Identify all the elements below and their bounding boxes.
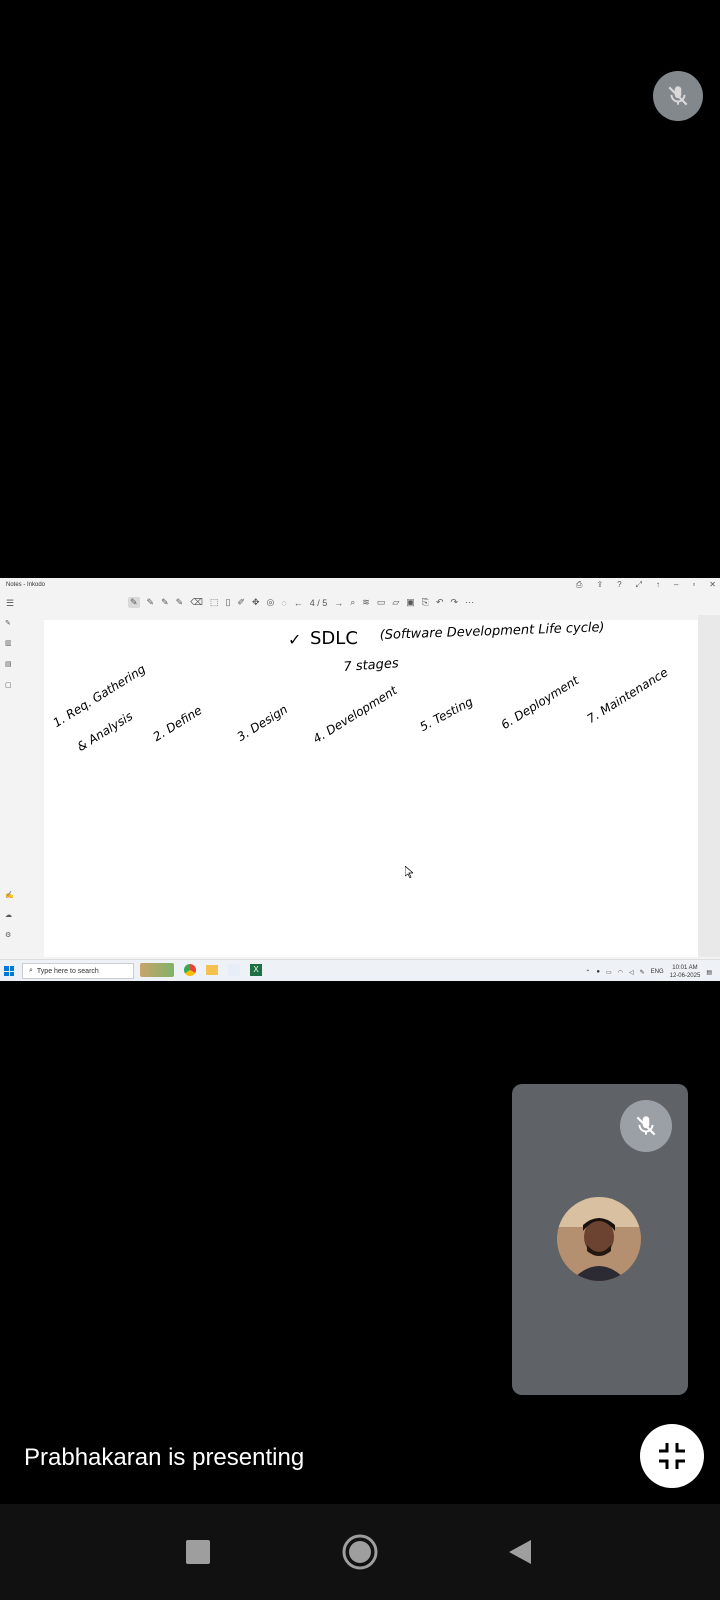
- toolbar: ☰ ✎ ✎ ✎ ✎ ⌫ ⬚ ▯ ✐ ✥ ◎ ◌ ← 4 / 5 → ⌕ ≋ ▭ …: [0, 593, 720, 615]
- system-tray: ⌃ ● ▭ ◠ ◁ ✎ ENG 10:01 AM 12-06-2025 ▤: [585, 964, 712, 980]
- taskbar-search[interactable]: ⌕ Type here to search: [22, 963, 134, 979]
- widget-animals-icon[interactable]: [140, 963, 174, 977]
- exit-fullscreen-icon: [659, 1443, 685, 1469]
- notes-canvas[interactable]: ✓ SDLC (Software Development Life cycle)…: [44, 620, 698, 957]
- zoom-icon[interactable]: ⌕: [350, 597, 355, 608]
- presenting-label: Prabhakaran is presenting: [24, 1444, 305, 1471]
- volume-icon[interactable]: ◁: [629, 969, 634, 976]
- clock-time: 10:01 AM: [672, 965, 698, 971]
- settings-icon[interactable]: ⚙: [5, 931, 11, 939]
- chevron-up-icon[interactable]: ⌃: [585, 969, 590, 976]
- notes-app-icon[interactable]: [228, 964, 240, 976]
- stage-5: 5. Testing: [417, 694, 476, 734]
- tile-mic-off-icon: [620, 1100, 672, 1152]
- move-icon[interactable]: ✥: [252, 597, 260, 608]
- lasso-icon[interactable]: ⬚: [210, 597, 219, 608]
- stage-1-line2: & Analysis: [74, 708, 136, 754]
- page-icon[interactable]: ▭: [377, 597, 386, 608]
- stage-3: 3. Design: [234, 702, 291, 744]
- stage-7: 7. Maintenance: [584, 665, 671, 726]
- back-icon: [509, 1540, 531, 1564]
- export-icon[interactable]: ⇪: [596, 580, 603, 590]
- maximize-icon[interactable]: ▫: [692, 580, 695, 590]
- window-titlebar: Notes - Inkodo ⎙ ⇪ ? ⤢ ↑ – ▫ ✕: [0, 578, 720, 593]
- close-icon[interactable]: ✕: [709, 580, 716, 590]
- battery-icon[interactable]: ▭: [606, 969, 612, 976]
- menu-icon[interactable]: ☰: [6, 598, 14, 609]
- shapes-icon[interactable]: ◎: [266, 597, 274, 608]
- android-nav-bar: [0, 1504, 720, 1600]
- language-indicator[interactable]: ENG: [651, 969, 664, 975]
- mouse-cursor-icon: [405, 866, 413, 878]
- pen-blue-icon[interactable]: ✎: [147, 597, 155, 608]
- help-icon[interactable]: ?: [617, 580, 621, 590]
- avatar: [557, 1197, 641, 1281]
- pen-tray-icon[interactable]: ✎: [640, 969, 645, 976]
- ink-tool-icon[interactable]: ✎: [5, 619, 11, 627]
- cloud-icon[interactable]: ☁: [5, 911, 12, 919]
- top-mic-off-icon[interactable]: [653, 71, 703, 121]
- pen-green-icon[interactable]: ✎: [161, 597, 169, 608]
- shared-screen: Notes - Inkodo ⎙ ⇪ ? ⤢ ↑ – ▫ ✕ ☰ ✎ ✎ ✎ ✎…: [0, 578, 720, 981]
- upload-icon[interactable]: ↑: [656, 580, 660, 590]
- expand-icon[interactable]: ⤢: [636, 580, 642, 590]
- window-controls: ⎙ ⇪ ? ⤢ ↑ – ▫ ✕: [576, 580, 716, 590]
- mic-icon[interactable]: ●: [596, 969, 600, 975]
- next-page-icon[interactable]: →: [334, 598, 343, 608]
- share-icon[interactable]: ⎙: [576, 580, 582, 590]
- stage-2: 2. Define: [150, 703, 205, 744]
- undo-icon[interactable]: ↶: [436, 597, 444, 608]
- excel-icon[interactable]: X: [250, 964, 262, 976]
- minimize-icon[interactable]: –: [674, 580, 678, 590]
- page-indicator: 4 / 5: [309, 597, 328, 608]
- window-title: Notes - Inkodo: [6, 582, 46, 588]
- layers-icon[interactable]: ≋: [362, 597, 370, 608]
- exit-fullscreen-button[interactable]: [640, 1424, 704, 1488]
- recents-button[interactable]: [176, 1530, 220, 1574]
- folder-icon[interactable]: ▱: [392, 597, 399, 608]
- windows-taskbar: ⌕ Type here to search X ⌃ ● ▭ ◠ ◁ ✎ ENG …: [0, 959, 720, 981]
- ruler-icon[interactable]: ▯: [225, 597, 230, 608]
- prev-page-icon[interactable]: ←: [294, 598, 303, 608]
- pen-black-icon[interactable]: ✎: [128, 597, 140, 608]
- home-button[interactable]: [338, 1530, 382, 1574]
- book-icon[interactable]: ▤: [5, 660, 12, 668]
- wifi-icon[interactable]: ◠: [618, 969, 623, 976]
- heading-sdlc: SDLC: [310, 628, 358, 649]
- clipboard-icon[interactable]: ⎘: [422, 597, 429, 608]
- heading-expansion: (Software Development Life cycle): [379, 620, 605, 643]
- notifications-icon[interactable]: ▤: [706, 969, 712, 976]
- tool-group: ✎ ✎ ✎ ✎ ⌫ ⬚ ▯ ✐ ✥ ◎ ◌ ← 4 / 5 → ⌕ ≋ ▭ ▱ …: [128, 597, 474, 608]
- clock-date: 12-06-2025: [669, 973, 701, 979]
- file-explorer-icon[interactable]: [206, 965, 218, 975]
- bookmark-icon[interactable]: ▢: [5, 681, 12, 689]
- chrome-icon[interactable]: [184, 964, 196, 976]
- stage-4: 4. Development: [310, 683, 400, 746]
- library-icon[interactable]: ▥: [5, 639, 12, 647]
- left-sidebar: ✎ ▥ ▤ ▢ ✍ ☁ ⚙: [0, 615, 20, 957]
- pencil-icon[interactable]: ✐: [237, 597, 245, 608]
- redo-icon[interactable]: ↷: [451, 597, 459, 608]
- taskbar-apps: X: [140, 963, 262, 977]
- heading-check: ✓: [288, 630, 302, 649]
- stop-icon: [186, 1540, 210, 1564]
- right-gutter: [698, 615, 720, 957]
- stage-6: 6. Deployment: [498, 673, 582, 732]
- eraser-icon[interactable]: ⌫: [190, 597, 203, 608]
- search-icon: ⌕: [29, 967, 33, 974]
- stamp-icon[interactable]: ◌: [281, 598, 286, 608]
- highlighter-icon[interactable]: ✎: [176, 597, 184, 608]
- search-placeholder: Type here to search: [36, 967, 99, 975]
- handwriting-icon[interactable]: ✍: [5, 891, 14, 899]
- participant-tile[interactable]: [512, 1084, 688, 1395]
- home-icon: [342, 1534, 378, 1570]
- image-icon[interactable]: ▣: [406, 597, 415, 608]
- more-icon[interactable]: ⋯: [465, 597, 474, 608]
- subheading: 7 stages: [342, 656, 400, 675]
- clock[interactable]: 10:01 AM 12-06-2025: [670, 964, 701, 980]
- windows-start-icon[interactable]: [4, 966, 14, 976]
- back-button[interactable]: [498, 1530, 542, 1574]
